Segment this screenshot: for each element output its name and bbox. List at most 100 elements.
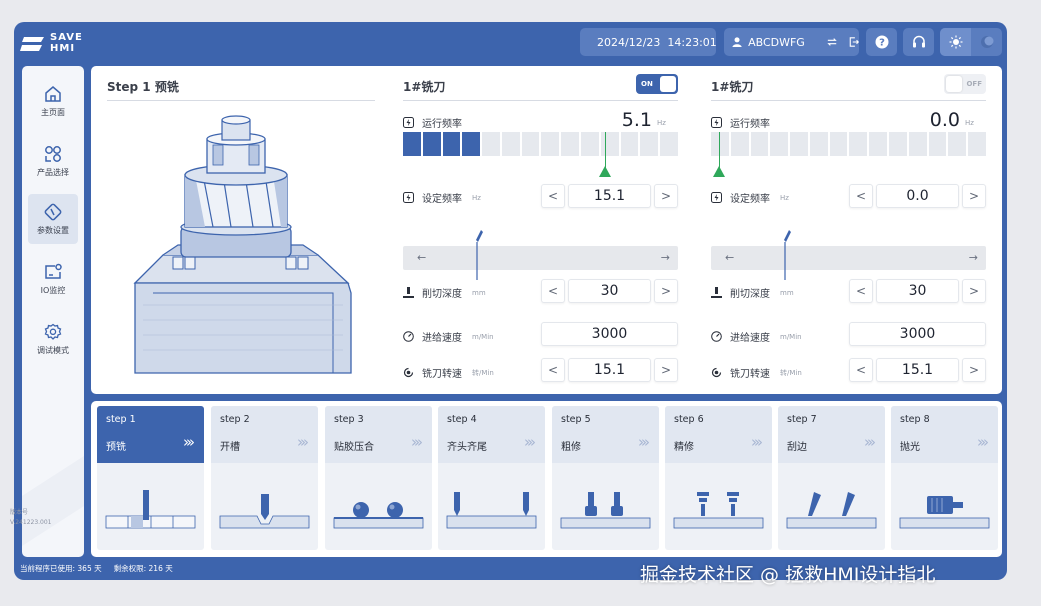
step-card-8[interactable]: step 8 抛光 ››› [891, 406, 998, 550]
help-icon: ? [875, 35, 888, 49]
decrement-button[interactable]: < [849, 279, 873, 303]
version-value: V.241223.001 [10, 519, 52, 526]
trimming-illustration [446, 492, 537, 529]
sidebar-item-debug[interactable]: 调试模式 [28, 314, 78, 364]
toggle-knob [660, 76, 676, 92]
sidebar-item-home[interactable]: 主页面 [28, 76, 78, 126]
set-freq-input[interactable]: 15.1 [568, 184, 651, 208]
freq-slider[interactable]: ← → [711, 230, 986, 280]
spindle-input[interactable]: 15.1 [876, 358, 959, 382]
chevrons-icon: ››› [638, 433, 650, 451]
increment-button[interactable]: > [962, 184, 986, 208]
depth-icon [403, 287, 414, 298]
increment-button[interactable]: > [962, 358, 986, 382]
chevrons-icon: ››› [864, 433, 876, 451]
sun-icon [949, 35, 962, 49]
depth-label: 削切深度 [730, 289, 770, 300]
cutter-column-1: 1#铣刀 ON 运行频率 5.1 Hz 设定频率 Hz < 15.1 > ← → … [403, 66, 678, 386]
decrement-button[interactable]: < [541, 358, 565, 382]
set-freq-unit: Hz [472, 193, 481, 202]
decrement-button[interactable]: < [541, 184, 565, 208]
freq-slider[interactable]: ← → [403, 230, 678, 280]
dark-theme-button[interactable] [971, 28, 1002, 56]
step-name: 齐头齐尾 [447, 442, 487, 453]
light-theme-button[interactable] [940, 28, 971, 56]
step-number: step 6 [674, 414, 704, 425]
run-freq-value: 5.1 [621, 109, 652, 131]
freq-bar-segment [908, 132, 927, 156]
support-button[interactable] [903, 28, 934, 56]
sidebar-item-product[interactable]: 产品选择 [28, 136, 78, 186]
decrement-button[interactable]: < [541, 279, 565, 303]
freq-bar-segment [482, 132, 500, 156]
lightning-icon [711, 192, 722, 203]
toggle-label: OFF [966, 80, 982, 88]
slider-thumb[interactable] [473, 228, 484, 280]
headset-icon [912, 35, 925, 48]
feed-input[interactable]: 3000 [849, 322, 986, 346]
depth-icon [711, 287, 722, 298]
freq-bar-segment [541, 132, 560, 156]
freq-bar-segment [581, 132, 599, 156]
freq-bar-segment [829, 132, 848, 156]
increment-button[interactable]: > [654, 358, 678, 382]
set-freq-input[interactable]: 0.0 [876, 184, 959, 208]
step-card-3[interactable]: step 3 贴胶压合 ››› [325, 406, 432, 550]
run-freq-label: 运行频率 [422, 119, 462, 130]
freq-bar-segment [521, 132, 540, 156]
days-remaining: 剩余权限: 216 天 [113, 564, 173, 573]
step-name: 开槽 [220, 442, 240, 453]
cutter-power-toggle[interactable]: ON [636, 74, 678, 94]
rotation-icon [711, 367, 722, 378]
run-freq-row: 运行频率 [711, 115, 770, 130]
step-number: step 7 [787, 414, 817, 425]
step-card-2[interactable]: step 2 开槽 ››› [211, 406, 318, 550]
version-info: 版本号 V.241223.001 [10, 508, 52, 528]
freq-bar-segment [442, 132, 461, 156]
io-monitor-icon [45, 263, 62, 279]
feed-input[interactable]: 3000 [541, 322, 678, 346]
increment-button[interactable]: > [962, 279, 986, 303]
chevrons-icon: ››› [297, 433, 309, 451]
product-icon [45, 145, 61, 162]
depth-row: 削切深度 mm [403, 285, 486, 300]
feed-unit: m/Min [780, 332, 802, 341]
feed-label: 进给速度 [730, 333, 770, 344]
help-button[interactable]: ? [866, 28, 897, 56]
chevrons-icon: ››› [977, 433, 989, 451]
spindle-input[interactable]: 15.1 [568, 358, 651, 382]
gear-icon [44, 323, 62, 340]
slider-thumb[interactable] [781, 228, 792, 280]
toggle-knob [946, 76, 962, 92]
freq-bar-segment [600, 132, 619, 156]
cutter-power-toggle[interactable]: OFF [944, 74, 986, 94]
step-card-4[interactable]: step 4 齐头齐尾 ››› [438, 406, 545, 550]
datetime-display: 2024/12/23 14:23:01 [580, 28, 717, 56]
spindle-unit: 转/Min [780, 368, 802, 377]
sidebar-item-io[interactable]: IO监控 [28, 254, 78, 304]
divider [107, 100, 375, 101]
watermark: 掘金技术社区 @ 拯救HMI设计指北 [640, 564, 936, 586]
switch-user-icon[interactable] [827, 36, 837, 48]
footer-status: 当前程序已使用: 365 天 剩余权限: 216 天 [20, 563, 173, 574]
depth-input[interactable]: 30 [568, 279, 651, 303]
step-card-7[interactable]: step 7 刮边 ››› [778, 406, 885, 550]
depth-input[interactable]: 30 [876, 279, 959, 303]
increment-button[interactable]: > [654, 279, 678, 303]
cutter-column-2: 1#铣刀 OFF 运行频率 0.0 Hz 设定频率 Hz < 0.0 > ← → … [711, 66, 986, 386]
divider [711, 100, 986, 101]
spindle-row: 铣刀转速 转/Min [711, 365, 802, 380]
step-card-6[interactable]: step 6 精修 ››› [665, 406, 772, 550]
user-pill[interactable]: ABCDWFG [724, 28, 859, 56]
increment-button[interactable]: > [654, 184, 678, 208]
step-card-5[interactable]: step 5 粗修 ››› [552, 406, 659, 550]
step-card-1[interactable]: step 1 预铣 ››› [97, 406, 204, 550]
decrement-button[interactable]: < [849, 184, 873, 208]
logout-icon[interactable] [849, 36, 859, 48]
logo: SAVE HMI [20, 32, 110, 56]
theme-toggle[interactable] [940, 28, 1002, 56]
decrement-button[interactable]: < [849, 358, 873, 382]
sidebar-item-params[interactable]: 参数设置 [28, 194, 78, 244]
sidebar-item-label: 主页面 [41, 107, 65, 117]
speedometer-icon [403, 331, 414, 342]
